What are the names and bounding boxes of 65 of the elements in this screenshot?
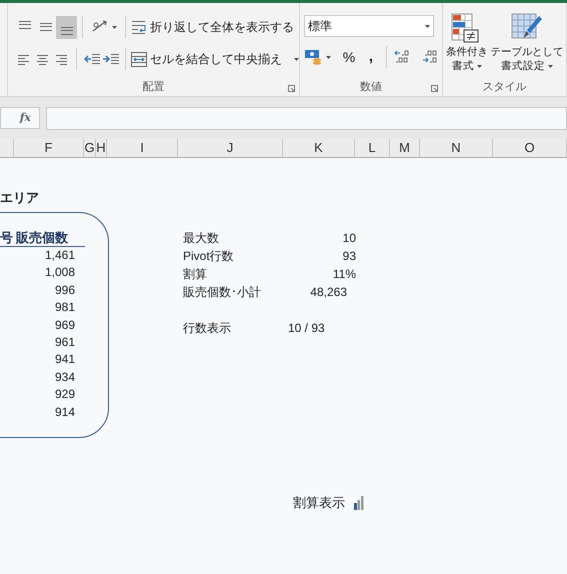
decrease-indent-icon: [84, 52, 100, 66]
merge-center-button[interactable]: セルを結合して中央揃え: [130, 48, 299, 70]
group-label: 数値: [360, 80, 382, 94]
caret-icon[interactable]: [326, 56, 331, 58]
table-cell-text: 1,461: [44, 247, 75, 264]
caret-icon[interactable]: [112, 26, 117, 28]
group-label: スタイル: [482, 80, 526, 94]
comma-button[interactable]: ,: [363, 46, 379, 68]
table-cell-text: 934: [54, 368, 75, 386]
column-header[interactable]: N: [420, 139, 493, 157]
table-cell-text: 1,008: [44, 264, 75, 282]
merge-cells-icon: [130, 52, 147, 66]
stat-label: 最大数: [183, 230, 219, 247]
toggle-label: 割算表示: [293, 494, 345, 512]
stat-value: 10 / 93: [288, 320, 325, 337]
style-button[interactable]: テーブルとして 書式設定: [491, 13, 563, 73]
column-heading: 販売個数: [16, 229, 68, 246]
column-header[interactable]: H: [96, 139, 107, 157]
caret-icon: [548, 64, 553, 68]
top-align-icon: [18, 20, 30, 28]
stat-label: 販売個数･小計: [183, 284, 261, 301]
dialog-launcher-icon[interactable]: [431, 85, 438, 92]
caret-icon[interactable]: [425, 24, 430, 28]
stat-value: 11%: [332, 266, 356, 283]
wrap-text-icon: [131, 20, 147, 34]
bottom-align-button[interactable]: [56, 16, 77, 38]
style-button[interactable]: 条件付き 書式: [445, 13, 489, 73]
column-header[interactable]: K: [283, 139, 355, 157]
increase-indent-icon: [102, 52, 119, 66]
column-header[interactable]: L: [355, 139, 390, 157]
money-icon: [304, 49, 322, 65]
column-header[interactable]: F: [14, 139, 84, 157]
caret-icon: [477, 64, 482, 68]
stat-value: 48,263: [310, 284, 347, 301]
stat-label: 行数表示: [183, 320, 232, 337]
number-format-dropdown[interactable]: 標準: [304, 15, 434, 37]
column-header[interactable]: G: [84, 139, 96, 157]
column-header[interactable]: M: [390, 139, 420, 157]
table-cell-text: 961: [54, 334, 75, 351]
table-cell: 914: [54, 404, 75, 421]
stat-value: 93: [342, 248, 356, 265]
column-header[interactable]: O: [493, 139, 567, 157]
stat-label: Pivot行数: [183, 248, 234, 265]
increase-decimal-icon[interactable]: [394, 50, 410, 64]
caret-icon[interactable]: [294, 58, 299, 60]
column-heading: 号: [0, 229, 14, 246]
area-title: エリア: [0, 190, 39, 205]
percent-button[interactable]: %: [338, 46, 360, 68]
dialog-launcher-icon[interactable]: [288, 85, 295, 92]
formula-input[interactable]: [46, 106, 567, 130]
wrap-text-button[interactable]: 折り返して全体を表示する: [131, 16, 294, 38]
table-cell-text: 981: [54, 299, 75, 316]
bottom-align-icon: [60, 26, 72, 34]
group-label: 配置: [142, 80, 164, 94]
middle-align-icon: [40, 23, 52, 31]
stat-label: 割算: [183, 266, 207, 283]
column-header[interactable]: J: [178, 139, 283, 157]
table-cell-text: 929: [54, 386, 75, 404]
table-cell-text: 941: [54, 351, 75, 368]
decrease-decimal-icon[interactable]: [422, 50, 438, 64]
column-header[interactable]: I: [107, 139, 178, 157]
table-cell-text: 996: [54, 282, 75, 299]
table-cell: 969: [54, 316, 75, 334]
bar-chart-icon[interactable]: [354, 496, 364, 510]
stat-value: 10: [342, 230, 356, 247]
